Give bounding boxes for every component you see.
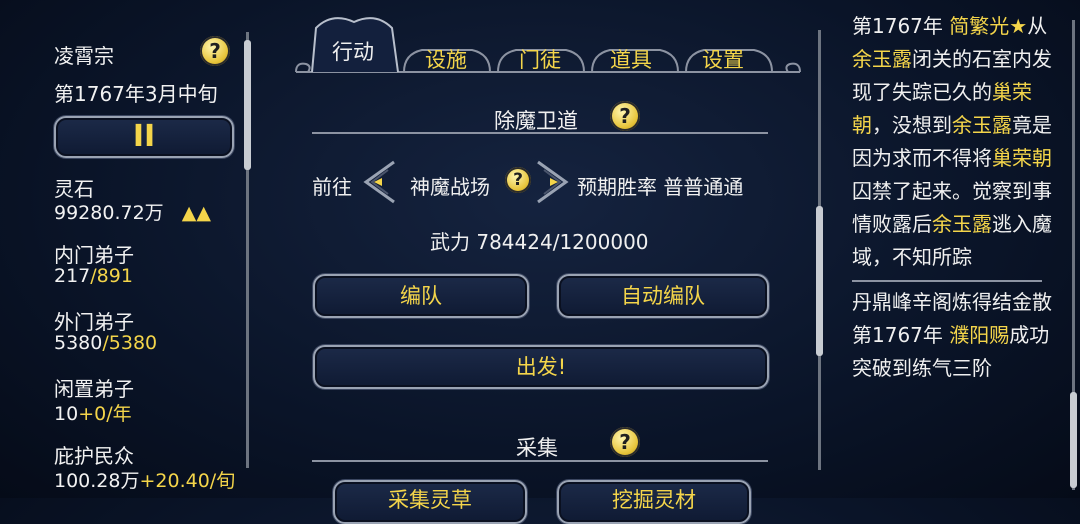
battle-location: 神魔战场 (410, 175, 490, 199)
depart-button[interactable]: 出发! (313, 345, 769, 389)
log-entry: 丹鼎峰辛阁炼得结金散 (852, 286, 1052, 319)
log-entry: 第1767年 濮阳赐成功突破到练气三阶 (852, 319, 1052, 385)
gather-section-divider (312, 460, 768, 462)
stat-value-idle-disciples: 10+0/年 (54, 403, 132, 425)
pause-button[interactable]: II (54, 116, 234, 158)
stat-value-spirit-stones: 99280.72万 ▲▲ (54, 202, 211, 224)
stat-value-protected-people: 100.28万+20.40/旬 (54, 470, 236, 492)
log-name-highlight: 余玉露 (952, 113, 1012, 137)
demon-help-icon[interactable]: ? (610, 101, 640, 131)
log-text: 第1767年 (852, 323, 950, 347)
dig-materials-button[interactable]: 挖掘灵材 (557, 480, 751, 524)
left-scrollbar-thumb[interactable] (244, 40, 251, 170)
formation-button[interactable]: 编队 (313, 274, 529, 318)
log-text: 第1767年 (852, 14, 950, 38)
stat-value-inner-disciples: 217/891 (54, 265, 133, 287)
log-entry: 第1767年 简繁光★从余玉露闭关的石室内发现了失踪已久的巢荣朝，没想到余玉露竟… (852, 10, 1052, 274)
stat-label-idle-disciples: 闲置弟子 (54, 377, 134, 401)
stat-label-inner-disciples: 内门弟子 (54, 243, 134, 267)
gather-help-icon[interactable]: ? (610, 427, 640, 457)
log-separator (852, 280, 1042, 282)
log-name-highlight: 余玉露 (852, 47, 912, 71)
log-name-highlight: 巢荣朝 (992, 146, 1052, 170)
power-readout: 武力 784424/1200000 (430, 230, 649, 254)
go-label: 前往 (312, 175, 352, 199)
game-date: 第1767年3月中旬 (54, 82, 218, 106)
log-name-highlight: 余玉露 (932, 212, 992, 236)
location-prev-arrow-icon[interactable] (362, 160, 396, 204)
log-name-highlight: 濮阳赐 (949, 323, 1010, 347)
location-help-icon[interactable]: ? (505, 167, 531, 193)
log-text: 从 (1027, 14, 1048, 38)
location-next-arrow-icon[interactable] (536, 160, 570, 204)
pause-icon: II (132, 119, 156, 154)
tab-items[interactable]: 道具 (610, 44, 652, 74)
demon-section-divider (312, 132, 768, 134)
win-rate-label: 预期胜率 普普通通 (577, 175, 744, 199)
log-scrollbar-thumb[interactable] (1070, 392, 1077, 488)
log-text: ，没想到 (872, 113, 952, 137)
log-name-highlight: 简繁光★ (949, 14, 1028, 38)
trend-up-icon: ▲▲ (181, 202, 211, 224)
event-log: 第1767年 简繁光★从余玉露闭关的石室内发现了失踪已久的巢荣朝，没想到余玉露竟… (852, 10, 1052, 385)
tab-facilities[interactable]: 设施 (425, 44, 467, 74)
log-text: 丹鼎峰辛阁炼得结金散 (852, 290, 1052, 314)
tab-settings[interactable]: 设置 (702, 44, 744, 74)
tab-action[interactable]: 行动 (332, 36, 374, 66)
sect-name: 凌霄宗 (54, 44, 114, 68)
gather-herbs-button[interactable]: 采集灵草 (333, 480, 527, 524)
stat-label-protected-people: 庇护民众 (54, 444, 134, 468)
gather-section-title: 采集 (516, 436, 558, 460)
left-status-panel: 凌霄宗 ? 第1767年3月中旬 II 灵石 99280.72万 ▲▲ 内门弟子… (0, 0, 251, 498)
demon-section-title: 除魔卫道 (494, 109, 578, 133)
center-scrollbar-thumb[interactable] (816, 206, 823, 356)
tab-disciples[interactable]: 门徒 (519, 44, 561, 74)
auto-formation-button[interactable]: 自动编队 (557, 274, 769, 318)
stat-label-outer-disciples: 外门弟子 (54, 310, 134, 334)
sect-help-icon[interactable]: ? (200, 36, 230, 66)
stat-value-outer-disciples: 5380/5380 (54, 332, 158, 354)
